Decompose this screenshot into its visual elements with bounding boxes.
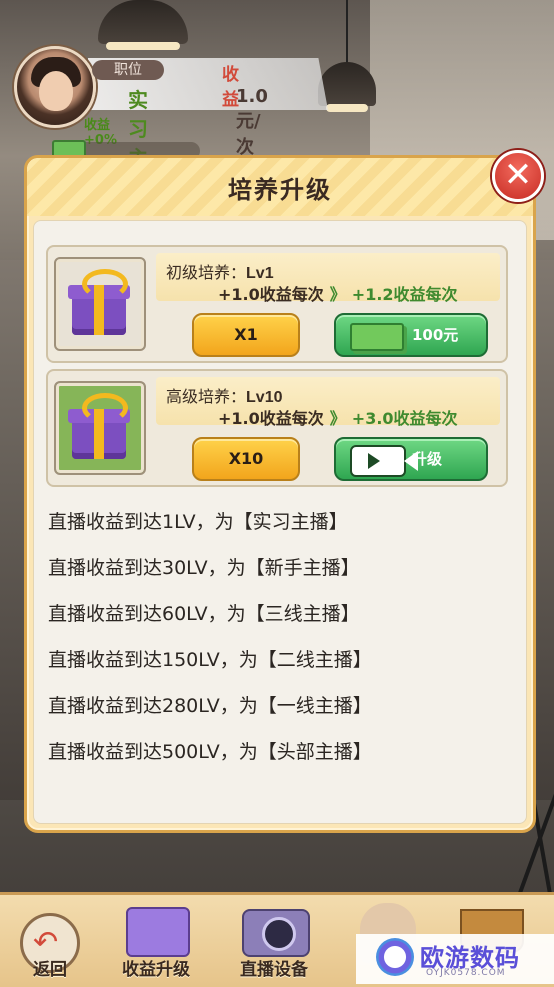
training-card-basic: 初级培养：Lv1 +1.0收益每次》 +1.2收益每次 X1 100元 [46, 245, 508, 363]
close-button[interactable]: ✕ [492, 150, 544, 202]
site-watermark: 欧游数码 OYJK0578.COM [356, 934, 554, 984]
training-level: Lv1 [246, 265, 274, 282]
panel-title: 培养升级 [228, 176, 332, 204]
training-name: 初级培养：Lv1 [166, 263, 274, 282]
training-effect: +1.0收益每次》 +1.2收益每次 [218, 281, 458, 305]
upgrade-panel: 培养升级 ✕ 初级培养：Lv1 +1.0收益每次》 +1.2收益每次 X1 100… [24, 150, 544, 833]
tab-live-equipment[interactable]: 直播设备 [224, 895, 324, 987]
tab-label: 直播设备 [240, 960, 308, 980]
level-item: 直播收益到达150LV，为【二线主播】 [48, 649, 372, 671]
cash-icon [350, 323, 404, 351]
effect-next: +1.2收益每次 [351, 285, 458, 304]
camera-icon [242, 909, 310, 957]
training-name: 高级培养：Lv10 [166, 387, 283, 406]
tab-label: 收益升级 [122, 960, 190, 980]
upgrade-label: 升级 [412, 450, 443, 468]
level-item: 直播收益到达30LV，为【新手主播】 [48, 557, 360, 579]
income-rate: 1.0元/次 [236, 86, 268, 158]
watch-video-upgrade-button[interactable]: 升级 [334, 437, 488, 481]
tab-income-upgrade[interactable]: 收益升级 [106, 895, 206, 987]
watermark-logo-icon [376, 938, 414, 976]
panel-body: 初级培养：Lv1 +1.0收益每次》 +1.2收益每次 X1 100元 高级培养：… [33, 220, 527, 824]
gift-upgrade-icon [126, 907, 190, 957]
effect-current: +1.0收益每次 [218, 285, 324, 304]
video-icon [350, 445, 418, 477]
level-item: 直播收益到达60LV，为【三线主播】 [48, 603, 360, 625]
buy-upgrade-label: 100元 [412, 326, 459, 344]
effect-next: +3.0收益每次 [351, 409, 458, 428]
multiplier-button[interactable]: X10 [192, 437, 300, 481]
training-effect: +1.0收益每次》 +3.0收益每次 [218, 405, 458, 429]
watermark-subtext: OYJK0578.COM [426, 968, 506, 978]
gift-icon [54, 381, 146, 475]
level-item: 直播收益到达1LV，为【实习主播】 [48, 511, 348, 533]
effect-arrow: 》 [329, 285, 346, 304]
training-level: Lv10 [246, 389, 283, 406]
multiplier-button[interactable]: X1 [192, 313, 300, 357]
lamp-cord [346, 0, 348, 64]
gift-icon [54, 257, 146, 351]
position-label: 职位 [92, 60, 164, 80]
tab-back[interactable]: ↶ 返回 [0, 895, 100, 987]
effect-arrow: 》 [329, 409, 346, 428]
effect-current: +1.0收益每次 [218, 409, 324, 428]
level-item: 直播收益到达280LV，为【一线主播】 [48, 695, 372, 717]
level-item: 直播收益到达500LV，为【头部主播】 [48, 741, 372, 763]
tab-label: 返回 [33, 960, 67, 980]
buy-upgrade-button[interactable]: 100元 [334, 313, 488, 357]
training-card-advanced: 高级培养：Lv10 +1.0收益每次》 +3.0收益每次 X10 升级 [46, 369, 508, 487]
